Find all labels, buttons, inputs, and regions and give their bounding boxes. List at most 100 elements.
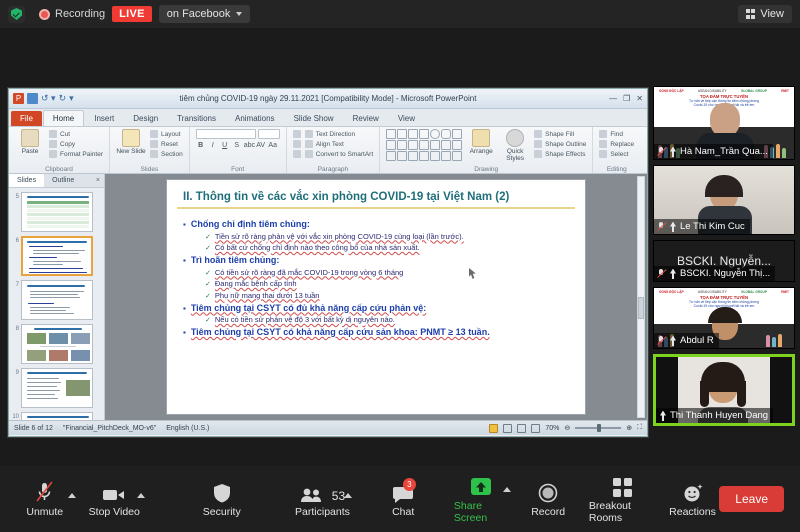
- shape-scroll2-icon[interactable]: [452, 151, 462, 161]
- thumbnail-item[interactable]: 8: [12, 324, 101, 364]
- ribbon-tab-transitions[interactable]: Transitions: [168, 111, 225, 126]
- ribbon-tab-animations[interactable]: Animations: [226, 111, 284, 126]
- pane-tab-outline[interactable]: Outline: [44, 174, 82, 187]
- ribbon-tab-slide-show[interactable]: Slide Show: [285, 111, 343, 126]
- slide-thumbnail-6[interactable]: [21, 236, 93, 276]
- copy-button[interactable]: Copy: [49, 140, 103, 148]
- pane-close-icon[interactable]: ×: [92, 174, 104, 187]
- shape-effects-button[interactable]: Shape Effects: [534, 150, 586, 158]
- align-text-button[interactable]: Align Text: [305, 140, 373, 148]
- shape-scroll-icon[interactable]: [452, 140, 462, 150]
- shape-triangle-icon[interactable]: [386, 140, 396, 150]
- video-options-chevron-icon[interactable]: [137, 493, 145, 498]
- thumbnail-list[interactable]: 5 6: [9, 188, 104, 420]
- quick-styles-button[interactable]: Quick Styles: [500, 129, 530, 162]
- share-options-chevron-icon[interactable]: [503, 487, 511, 492]
- participant-tile[interactable]: Le Thi Kim Cuc: [653, 165, 795, 235]
- replace-button[interactable]: Replace: [599, 140, 634, 148]
- slide-thumbnail-10[interactable]: [21, 412, 93, 420]
- text-direction-button[interactable]: Text Direction: [305, 130, 373, 138]
- underline-button[interactable]: U: [220, 142, 230, 149]
- zoom-out-button[interactable]: ⊖: [564, 424, 570, 432]
- ribbon-tab-review[interactable]: Review: [344, 111, 388, 126]
- thumbnail-item[interactable]: 5: [12, 192, 101, 232]
- layout-button[interactable]: Layout: [150, 130, 183, 138]
- shape-freeform-icon[interactable]: [386, 151, 396, 161]
- ribbon-tab-design[interactable]: Design: [124, 111, 167, 126]
- shape-connector-icon[interactable]: [408, 140, 418, 150]
- cut-button[interactable]: Cut: [49, 130, 103, 138]
- leave-button[interactable]: Leave: [719, 486, 784, 512]
- find-button[interactable]: Find: [599, 130, 634, 138]
- normal-view-icon[interactable]: [489, 424, 498, 433]
- shape-arc-icon[interactable]: [408, 151, 418, 161]
- format-painter-button[interactable]: Format Painter: [49, 150, 103, 158]
- slide-sorter-icon[interactable]: [503, 424, 512, 433]
- participants-button[interactable]: 53 Participants: [291, 481, 355, 518]
- chat-button[interactable]: 3 Chat: [376, 481, 430, 518]
- paste-button[interactable]: Paste: [15, 129, 45, 155]
- shape-elbow-icon[interactable]: [397, 140, 407, 150]
- slideshow-icon[interactable]: [531, 424, 540, 433]
- scrollbar-thumb[interactable]: [638, 297, 644, 319]
- thumbnail-item[interactable]: 6: [12, 236, 101, 276]
- shape-curve-icon[interactable]: [397, 151, 407, 161]
- slide-thumbnail-5[interactable]: [21, 192, 93, 232]
- reset-button[interactable]: Reset: [150, 140, 183, 148]
- recording-indicator[interactable]: Recording: [39, 8, 105, 20]
- shape-rect-icon[interactable]: [419, 129, 429, 139]
- shape-cross-arrow-icon[interactable]: [419, 140, 429, 150]
- zoom-slider-knob[interactable]: [597, 424, 601, 432]
- security-button[interactable]: Security: [195, 481, 249, 518]
- zoom-slider[interactable]: [575, 427, 621, 429]
- stop-video-button[interactable]: Stop Video: [88, 481, 142, 518]
- shape-picture-icon[interactable]: [386, 129, 396, 139]
- change-case-button[interactable]: Aa: [268, 142, 278, 149]
- slide-vertical-scrollbar[interactable]: [637, 176, 645, 418]
- pane-tab-slides[interactable]: Slides: [9, 174, 44, 187]
- shape-fill-button[interactable]: Shape Fill: [534, 130, 586, 138]
- unmute-button[interactable]: Unmute: [18, 481, 72, 518]
- audio-options-chevron-icon[interactable]: [68, 493, 76, 498]
- shape-down-arrow-icon[interactable]: [430, 140, 440, 150]
- numbering-button[interactable]: [293, 140, 301, 148]
- bullets-button[interactable]: [293, 130, 301, 138]
- font-family-select[interactable]: [196, 129, 256, 139]
- bold-button[interactable]: B: [196, 142, 206, 149]
- shape-oval-icon[interactable]: [430, 129, 440, 139]
- shape-paren-icon[interactable]: [430, 151, 440, 161]
- thumbnail-item[interactable]: 9: [12, 368, 101, 408]
- select-button[interactable]: Select: [599, 150, 634, 158]
- slide-thumbnail-8[interactable]: [21, 324, 93, 364]
- section-button[interactable]: Section: [150, 150, 183, 158]
- participant-tile-active-speaker[interactable]: Thi Thanh Huyen Dang: [653, 354, 795, 426]
- ribbon-tab-file[interactable]: File: [11, 111, 42, 126]
- language-label[interactable]: English (U.S.): [166, 425, 209, 432]
- thumbnail-item[interactable]: 7: [12, 280, 101, 320]
- ribbon-tab-home[interactable]: Home: [43, 110, 84, 126]
- shape-star-icon[interactable]: [441, 151, 451, 161]
- encryption-shield-icon[interactable]: [8, 6, 25, 23]
- font-size-select[interactable]: [258, 129, 280, 139]
- restore-icon[interactable]: ❐: [623, 94, 630, 103]
- breakout-rooms-button[interactable]: Breakout Rooms: [589, 475, 656, 524]
- arrange-button[interactable]: Arrange: [466, 129, 496, 155]
- shape-rounded-rect-icon[interactable]: [441, 129, 451, 139]
- participants-chevron-icon[interactable]: [344, 493, 352, 498]
- convert-smartart-button[interactable]: Convert to SmartArt: [305, 150, 373, 158]
- minimize-icon[interactable]: —: [609, 94, 617, 103]
- shape-cloud-icon[interactable]: [441, 140, 451, 150]
- new-slide-button[interactable]: New Slide: [116, 129, 146, 155]
- thumbnail-item[interactable]: 10: [12, 412, 101, 420]
- view-button[interactable]: View: [738, 5, 792, 23]
- participant-tile[interactable]: BSCKI. Nguyễn... BSCKI. Nguyễn Thị...: [653, 240, 795, 282]
- shapes-gallery[interactable]: [386, 129, 462, 161]
- shape-brace-icon[interactable]: [419, 151, 429, 161]
- shape-more-icon[interactable]: [452, 129, 462, 139]
- live-platform-dropdown[interactable]: on Facebook: [159, 5, 251, 23]
- slide-editing-area[interactable]: II. Thông tin về các vắc xin phòng COVID…: [105, 174, 647, 420]
- italic-button[interactable]: I: [208, 142, 218, 149]
- zoom-in-button[interactable]: ⊕: [626, 424, 632, 432]
- shape-arrow-icon[interactable]: [408, 129, 418, 139]
- shape-line-icon[interactable]: [397, 129, 407, 139]
